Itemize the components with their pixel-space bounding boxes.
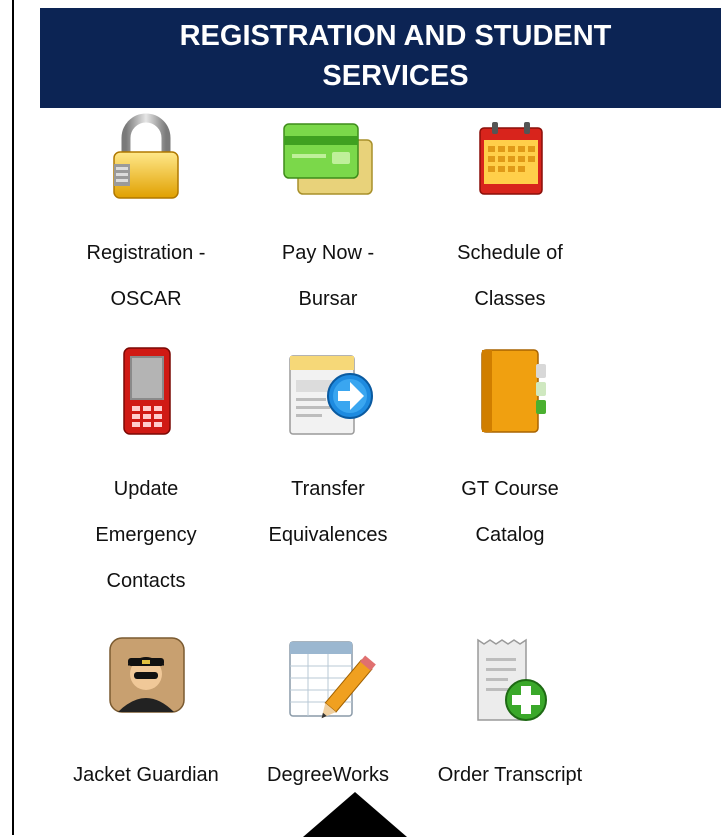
tile-jacket-guardian[interactable]: Jacket Guardian bbox=[46, 634, 246, 794]
header-title-line1: REGISTRATION AND STUDENT bbox=[179, 20, 612, 52]
credit-cards-icon bbox=[283, 123, 373, 195]
document-transfer-icon bbox=[289, 355, 373, 435]
tile-label: Registration - OSCAR bbox=[86, 242, 206, 310]
receipt-add-icon bbox=[477, 638, 547, 721]
tile-label: Pay Now - Bursar bbox=[281, 242, 375, 310]
tile-schedule-of-classes[interactable]: Schedule of Classes bbox=[410, 112, 610, 342]
binder-catalog-icon bbox=[481, 349, 546, 433]
tile-label: Schedule of Classes bbox=[457, 242, 563, 310]
tile-label: Transfer Equivalences bbox=[268, 478, 388, 546]
tile-update-emergency-contacts[interactable]: Update Emergency Contacts bbox=[46, 346, 246, 616]
calendar-icon bbox=[479, 122, 543, 195]
header-title-line2: SERVICES bbox=[322, 60, 469, 92]
tile-label: Jacket Guardian bbox=[73, 764, 219, 786]
section-header: REGISTRATION AND STUDENT SERVICES bbox=[40, 8, 721, 108]
tile-gt-course-catalog[interactable]: GT Course Catalog bbox=[410, 346, 610, 616]
tile-pay-now-bursar[interactable]: Pay Now - Bursar bbox=[228, 112, 428, 342]
tile-order-transcript[interactable]: Order Transcript bbox=[410, 634, 610, 794]
up-arrow-pointer-icon bbox=[303, 792, 407, 837]
tile-transfer-equivalences[interactable]: Transfer Equivalences bbox=[228, 346, 428, 616]
security-guard-icon bbox=[109, 637, 185, 713]
spreadsheet-pencil-icon bbox=[289, 641, 376, 719]
tile-registration-oscar[interactable]: Registration - OSCAR bbox=[46, 112, 246, 342]
mobile-phone-icon bbox=[123, 347, 171, 435]
tile-label: Update Emergency Contacts bbox=[95, 478, 197, 592]
tile-degreeworks[interactable]: DegreeWorks bbox=[228, 634, 428, 794]
padlock-icon bbox=[113, 113, 179, 199]
tile-label: GT Course Catalog bbox=[461, 478, 559, 546]
tile-label: Order Transcript bbox=[437, 764, 583, 786]
